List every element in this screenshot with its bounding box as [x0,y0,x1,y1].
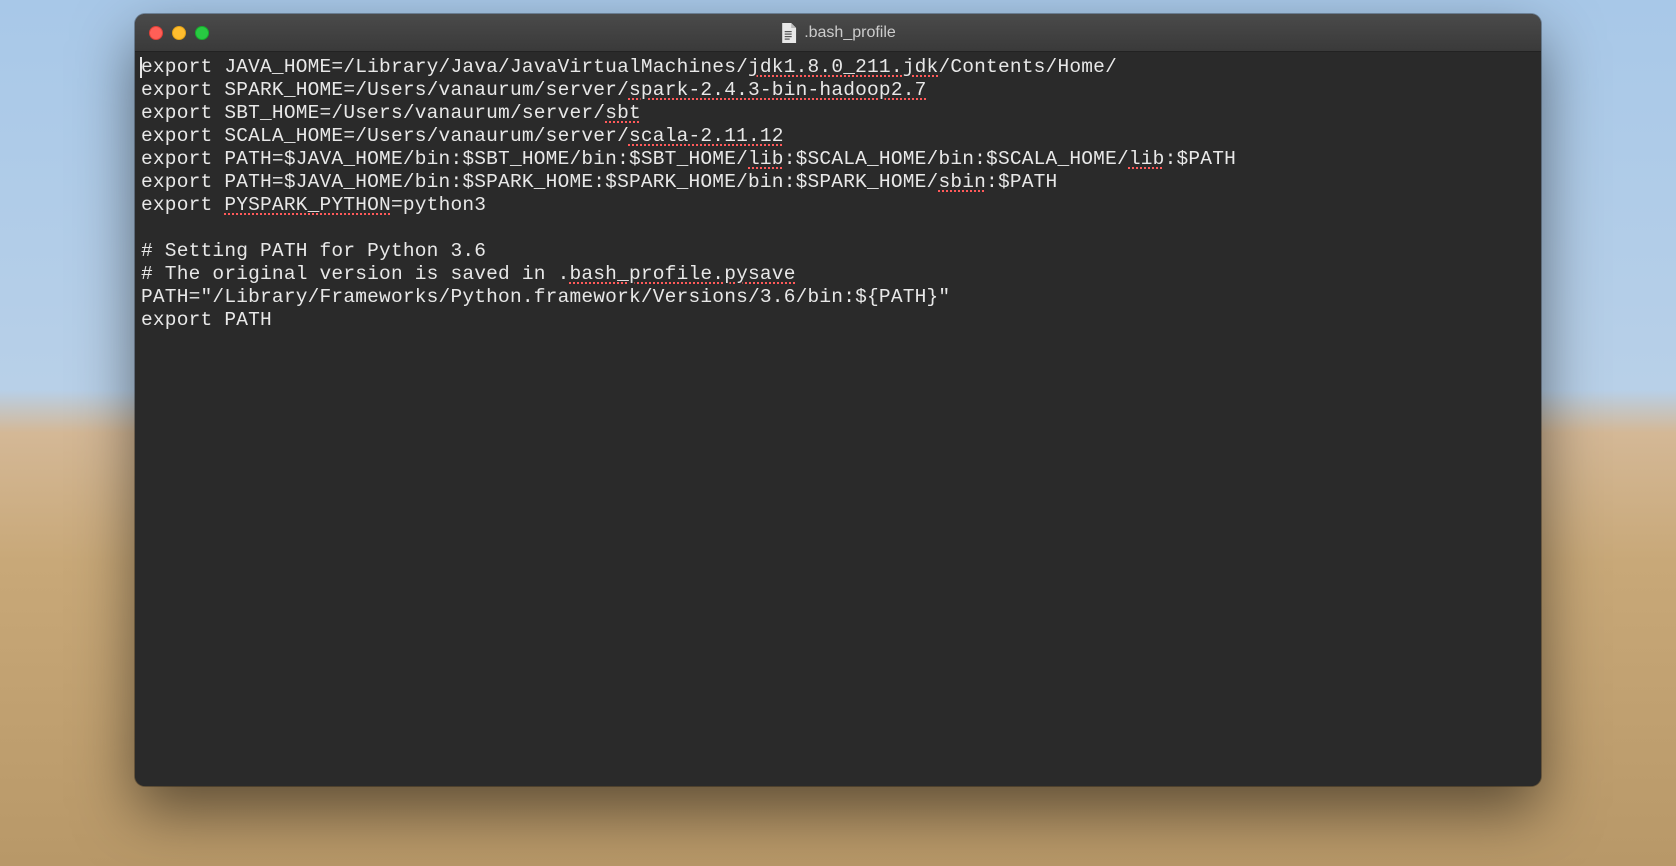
editor-line[interactable]: export SPARK_HOME=/Users/vanaurum/server… [141,79,1535,102]
spell-underlined-text: spark-2.4.3-bin-hadoop2.7 [629,79,927,101]
close-button[interactable] [149,26,163,40]
spell-underlined-text: sbin [938,171,986,193]
editor-content[interactable]: export JAVA_HOME=/Library/Java/JavaVirtu… [135,52,1541,786]
editor-line[interactable] [141,217,1535,240]
editor-line[interactable]: export PATH [141,309,1535,332]
spell-underlined-text: lib [748,148,784,170]
editor-text: export SPARK_HOME=/Users/vanaurum/server… [141,79,629,101]
editor-line[interactable]: export PYSPARK_PYTHON=python3 [141,194,1535,217]
editor-text: export PATH=$JAVA_HOME/bin:$SBT_HOME/bin… [141,148,748,170]
window-title: .bash_profile [804,24,896,42]
editor-text: export [141,194,224,216]
editor-line[interactable]: # The original version is saved in .bash… [141,263,1535,286]
editor-text: export JAVA_HOME=/Library/Java/JavaVirtu… [141,56,748,78]
maximize-button[interactable] [195,26,209,40]
editor-text: PATH="/Library/Frameworks/Python.framewo… [141,286,950,308]
spell-underlined-text: lib [1129,148,1165,170]
editor-text: export PATH=$JAVA_HOME/bin:$SPARK_HOME:$… [141,171,938,193]
editor-text: export SBT_HOME=/Users/vanaurum/server/ [141,102,605,124]
window-title-wrap: .bash_profile [780,23,896,43]
spell-underlined-text: scala-2.11.12 [629,125,784,147]
editor-line[interactable]: export PATH=$JAVA_HOME/bin:$SBT_HOME/bin… [141,148,1535,171]
editor-line[interactable]: export SCALA_HOME=/Users/vanaurum/server… [141,125,1535,148]
editor-text: export SCALA_HOME=/Users/vanaurum/server… [141,125,629,147]
spell-underlined-text: bash_profile.pysave [569,263,795,285]
titlebar[interactable]: .bash_profile [135,14,1541,52]
editor-line[interactable]: export PATH=$JAVA_HOME/bin:$SPARK_HOME:$… [141,171,1535,194]
editor-text: :$SCALA_HOME/bin:$SCALA_HOME/ [784,148,1129,170]
editor-text: export PATH [141,309,272,331]
spell-underlined-text: PYSPARK_PYTHON [224,194,391,216]
text-cursor [140,57,142,78]
editor-window: .bash_profile export JAVA_HOME=/Library/… [135,14,1541,786]
editor-line[interactable]: export SBT_HOME=/Users/vanaurum/server/s… [141,102,1535,125]
spell-underlined-text: jdk1.8.0_211.jdk [748,56,938,78]
editor-line[interactable]: # Setting PATH for Python 3.6 [141,240,1535,263]
editor-text: /Contents/Home/ [938,56,1117,78]
editor-text: # Setting PATH for Python 3.6 [141,240,486,262]
editor-line[interactable]: PATH="/Library/Frameworks/Python.framewo… [141,286,1535,309]
editor-text: # The original version is saved in . [141,263,569,285]
traffic-lights [135,26,209,40]
editor-text: :$PATH [986,171,1057,193]
editor-line[interactable]: export JAVA_HOME=/Library/Java/JavaVirtu… [141,56,1535,79]
file-icon [780,23,796,43]
minimize-button[interactable] [172,26,186,40]
spell-underlined-text: sbt [605,102,641,124]
editor-text: :$PATH [1165,148,1236,170]
editor-text: =python3 [391,194,486,216]
